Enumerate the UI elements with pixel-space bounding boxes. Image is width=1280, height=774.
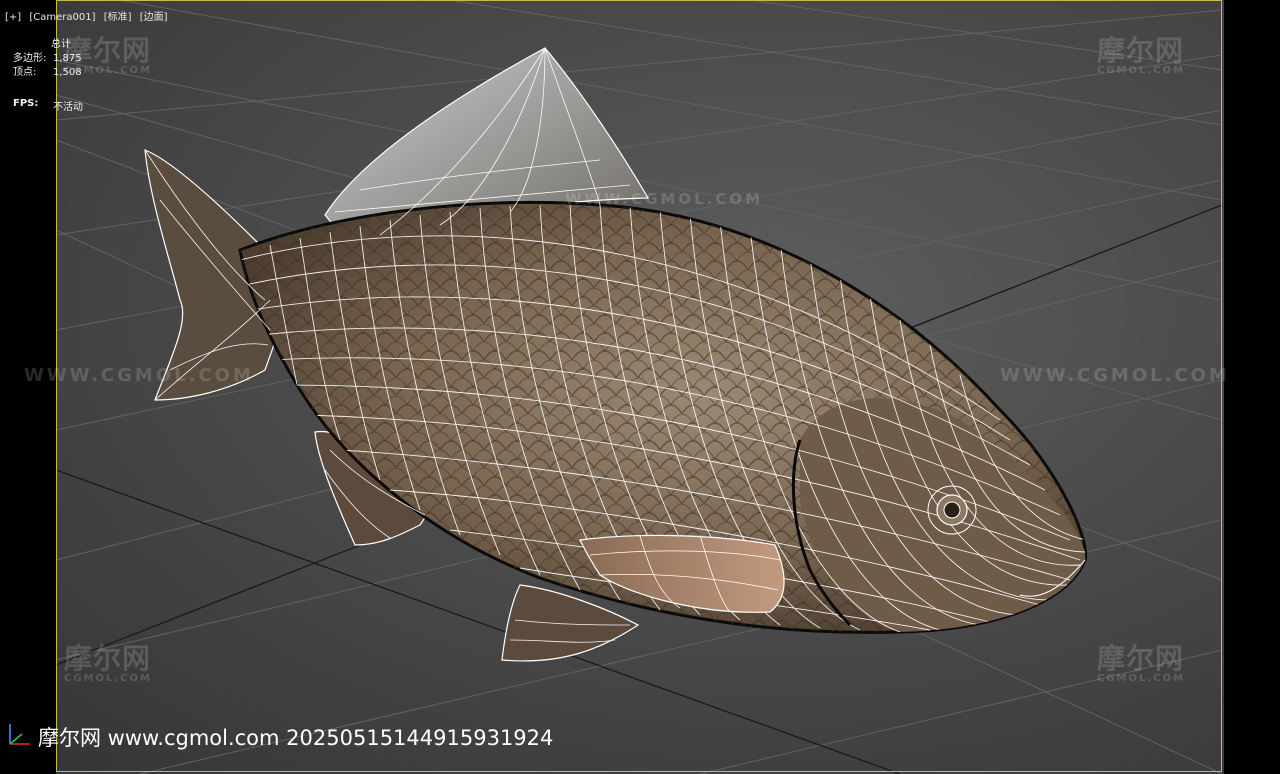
viewport-label[interactable]: [+] [Camera001] [标准] [边面] bbox=[5, 8, 173, 23]
polygons-label: 多边形: bbox=[13, 53, 47, 64]
watermark-logo: 摩尔网 CGMOL.COM bbox=[64, 642, 152, 684]
footer-watermark-text: 摩尔网 www.cgmol.com 20250515144915931924 bbox=[38, 726, 554, 750]
vertices-label: 顶点: bbox=[13, 67, 37, 78]
fps-value: 不活动 bbox=[53, 102, 83, 113]
fps-readout: FPS: 不活动 bbox=[13, 98, 83, 113]
watermark-logo: 摩尔网 CGMOL.COM bbox=[1097, 642, 1185, 684]
watermark-url: WWW.CGMOL.COM bbox=[24, 365, 254, 386]
watermark-logo: 摩尔网 CGMOL.COM bbox=[1097, 34, 1185, 76]
viewport-shading-menu[interactable]: [边面] bbox=[140, 12, 168, 23]
viewport-statistics: 总计 多边形: 1,875 顶点: 1,508 bbox=[13, 38, 82, 80]
viewport-camera-menu[interactable]: [Camera001] bbox=[29, 12, 95, 23]
viewport-menu-plus[interactable]: [+] bbox=[5, 12, 21, 23]
axis-gizmo-icon bbox=[9, 724, 30, 745]
watermark-url: WWW.CGMOL.COM bbox=[1000, 365, 1230, 386]
safe-frame bbox=[56, 0, 1222, 772]
vertices-value: 1,508 bbox=[53, 67, 82, 78]
viewport-mode-menu[interactable]: [标准] bbox=[104, 12, 132, 23]
3d-viewport[interactable]: 摩尔网 CGMOL.COM 摩尔网 CGMOL.COM 摩尔网 CGMOL.CO… bbox=[0, 0, 1280, 774]
polygons-value: 1,875 bbox=[53, 53, 82, 64]
fps-label: FPS: bbox=[13, 98, 39, 109]
watermark-url: WWW.CGMOL.COM bbox=[565, 190, 764, 208]
stats-title: 总计 bbox=[51, 39, 71, 50]
